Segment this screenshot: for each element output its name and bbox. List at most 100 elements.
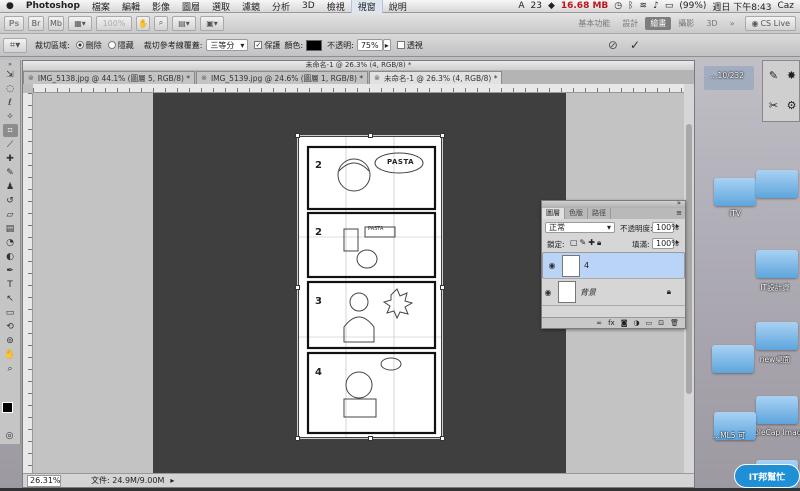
history-brush-tool-icon[interactable]: ↺ [3, 194, 18, 207]
move-tool-icon[interactable]: ⇲ [3, 68, 18, 81]
panel-collapse-icon[interactable]: » [3, 61, 18, 68]
menu-image[interactable]: 影像 [146, 0, 176, 13]
vertical-ruler[interactable] [23, 93, 33, 473]
blend-mode-select[interactable]: 正常 ▾ [545, 222, 615, 233]
workspace-3d[interactable]: 3D [701, 17, 722, 30]
tab-layers[interactable]: 圖層 [542, 208, 565, 219]
adjustment-layer-icon[interactable]: ◑ [634, 319, 640, 327]
opacity-slider-toggle-icon[interactable]: ▸ [676, 222, 680, 230]
workspace-essentials[interactable]: 基本功能 [573, 17, 615, 30]
fill-slider-toggle-icon[interactable]: ▸ [676, 238, 680, 246]
battery-icon[interactable]: ▭ [665, 1, 674, 11]
crop-handle-right[interactable] [440, 285, 445, 290]
tab-img-5139[interactable]: ⊗ IMG_5139.jpg @ 24.6% (圖層 1, RGB/8) * [196, 71, 369, 84]
view-extras-icon[interactable]: ▦▾ [68, 15, 92, 31]
folder-icon[interactable] [756, 396, 798, 424]
folder-icon[interactable] [756, 170, 798, 198]
workspace-design[interactable]: 設計 [617, 17, 643, 30]
adjust-icon[interactable]: ✸ [785, 69, 798, 82]
wifi-icon[interactable]: ≋ [640, 1, 648, 11]
status-menu-icon[interactable]: ▸ [170, 476, 174, 485]
close-icon[interactable]: ⊗ [28, 74, 34, 82]
adobe-icon[interactable]: A [518, 1, 524, 11]
workspace-painting[interactable]: 繪畫 [645, 16, 672, 30]
shape-tool-icon[interactable]: ▭ [3, 306, 18, 319]
opacity-slider-toggle-icon[interactable]: ▸ [382, 39, 391, 51]
panel-menu-icon[interactable]: ≡ [676, 208, 685, 219]
clock-icon[interactable]: ◷ [614, 1, 622, 11]
app-menu[interactable]: Photoshop [20, 1, 86, 11]
perspective-label[interactable]: 透視 [407, 40, 423, 51]
bluetooth-icon[interactable]: ᛒ [628, 1, 633, 11]
menu-3d[interactable]: 3D [296, 1, 321, 11]
pen-tool-icon[interactable]: ✒ [3, 264, 18, 277]
commit-crop-icon[interactable]: ✓ [630, 38, 640, 52]
shield-color-swatch[interactable] [306, 39, 323, 51]
desktop-icon-label[interactable]: IT設計資 [740, 284, 800, 292]
new-group-icon[interactable]: ▭ [646, 319, 653, 327]
layer-opacity-input[interactable]: 100% [652, 222, 679, 233]
quick-mask-icon[interactable]: ◎ [2, 429, 17, 442]
menu-window[interactable]: 視窗 [350, 0, 383, 14]
hide-radio[interactable] [107, 41, 116, 49]
crop-bounding-box[interactable] [297, 135, 443, 439]
crop-tool-icon[interactable]: ⌗ [2, 124, 18, 137]
crop-handle-bottom-left[interactable] [295, 436, 300, 441]
3d-orbit-tool-icon[interactable]: ⊚ [3, 334, 18, 347]
menu-analysis[interactable]: 分析 [266, 0, 296, 13]
3d-rotate-tool-icon[interactable]: ⟲ [3, 320, 18, 333]
zoom-tool-icon[interactable]: ⌕ [3, 362, 18, 375]
dodge-tool-icon[interactable]: ◐ [3, 250, 18, 263]
type-tool-icon[interactable]: T [3, 278, 18, 291]
delete-label[interactable]: 刪除 [86, 40, 102, 51]
crop-handle-top-left[interactable] [295, 133, 300, 138]
crop-handle-bottom[interactable] [368, 436, 373, 441]
menu-help[interactable]: 說明 [383, 0, 413, 13]
layer-name[interactable]: 背景 [580, 287, 596, 298]
hand-tool-icon[interactable]: ✋ [136, 15, 150, 31]
crop-tool-preset-icon[interactable]: ⌗▾ [3, 37, 27, 53]
overlay-select[interactable]: 三等分 ▾ [206, 39, 249, 51]
apple-icon[interactable]: ● [0, 1, 20, 11]
clock-datetime[interactable]: 週日 下午8:43 [712, 0, 771, 13]
crop-handle-bottom-right[interactable] [440, 436, 445, 441]
screen-mode-icon[interactable]: ▣▾ [200, 15, 224, 31]
user-name[interactable]: Caz [777, 1, 794, 11]
layer-name[interactable]: 4 [584, 261, 589, 270]
quick-select-tool-icon[interactable]: ✧ [3, 110, 18, 123]
gear-icon[interactable]: ⚙ [785, 99, 798, 112]
foreground-color-swatch[interactable] [2, 402, 13, 413]
layer-row-4[interactable]: ◉ 4 [542, 252, 685, 279]
lasso-tool-icon[interactable]: ℓ [3, 96, 18, 109]
dropbox-icon[interactable]: ◆ [548, 1, 555, 11]
file-size-info[interactable]: 文件: 24.9M/9.00M [91, 475, 164, 486]
layer-style-icon[interactable]: fx [608, 319, 615, 327]
trash-icon[interactable]: 🗑︎ [670, 319, 679, 327]
layer-row-background[interactable]: ◉ 背景 🔒︎ [542, 279, 685, 306]
crop-handle-top[interactable] [368, 133, 373, 138]
folder-icon[interactable] [714, 178, 756, 206]
zoom-tool-icon[interactable]: ⌕ [154, 15, 168, 31]
folder-icon[interactable] [712, 345, 754, 373]
lock-options-icon[interactable]: ▢✎✚🔒︎ [570, 238, 603, 248]
scrollbar-thumb[interactable] [686, 124, 692, 394]
marquee-tool-icon[interactable]: ◌ [3, 82, 18, 95]
perspective-checkbox[interactable] [396, 41, 405, 49]
tab-channels[interactable]: 色版 [565, 208, 588, 219]
stamp-tool-icon[interactable]: ♟ [3, 180, 18, 193]
tools-icon[interactable]: ✂ [767, 99, 780, 112]
tab-paths[interactable]: 路徑 [588, 208, 611, 219]
link-layers-icon[interactable]: ∞ [596, 319, 602, 327]
cancel-crop-icon[interactable]: ⊘ [608, 38, 618, 52]
hide-label[interactable]: 隱藏 [118, 40, 134, 51]
layer-mask-icon[interactable]: ◙ [621, 319, 628, 327]
brush-tool-icon[interactable]: ✎ [3, 166, 18, 179]
menu-view[interactable]: 檢視 [321, 0, 351, 13]
zoom-level-select[interactable]: 100% [96, 15, 132, 31]
new-layer-icon[interactable]: ⊡ [658, 319, 664, 327]
menu-select[interactable]: 選取 [206, 0, 236, 13]
shield-label[interactable]: 保護 [264, 40, 280, 51]
menu-layer[interactable]: 圖層 [176, 0, 206, 13]
hand-tool-icon[interactable]: ✋ [3, 348, 18, 361]
cs-live-button[interactable]: ◉ CS Live [745, 15, 796, 31]
